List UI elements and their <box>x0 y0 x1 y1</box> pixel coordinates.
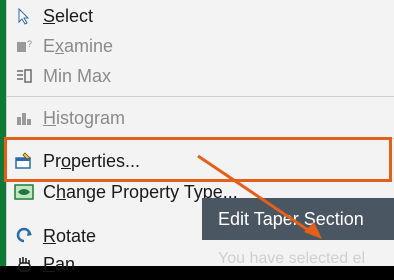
select-mnemonic: S <box>43 5 56 26</box>
menu-item-min-max[interactable]: Min Max <box>7 60 394 92</box>
tooltip-text: Edit Taper Section <box>218 208 364 229</box>
change-property-icon <box>13 181 35 203</box>
min-max-icon <box>13 65 35 87</box>
change-property-label-pre: C <box>43 181 56 202</box>
histogram-icon <box>13 107 35 129</box>
pan-icon <box>13 253 35 275</box>
examine-label-pre: E <box>43 35 56 56</box>
pan-label: an <box>55 253 76 274</box>
rotate-icon <box>13 225 35 247</box>
pan-mnemonic: P <box>43 253 56 274</box>
select-label: elect <box>55 5 94 26</box>
svg-text:?: ? <box>27 39 32 49</box>
rotate-label: otate <box>56 225 97 246</box>
examine-label-rest: amine <box>64 35 114 56</box>
change-property-mnemonic: h <box>56 181 67 202</box>
selection-info-text: You have selected el <box>218 250 366 267</box>
menu-separator <box>7 96 394 97</box>
menu-item-examine[interactable]: ? Examine <box>7 30 394 62</box>
properties-highlight-box <box>4 137 392 182</box>
menu-item-histogram[interactable]: Histogram <box>7 102 394 134</box>
rotate-mnemonic: R <box>43 225 56 246</box>
examine-mnemonic: x <box>55 35 65 56</box>
min-max-label: Min Max <box>43 65 112 86</box>
histogram-mnemonic: H <box>43 107 56 128</box>
menu-item-select[interactable]: Select <box>7 0 394 32</box>
cursor-arrow-icon <box>13 5 35 27</box>
tooltip: Edit Taper Section <box>202 198 394 240</box>
histogram-label: istogram <box>56 107 126 128</box>
examine-icon: ? <box>13 35 35 57</box>
